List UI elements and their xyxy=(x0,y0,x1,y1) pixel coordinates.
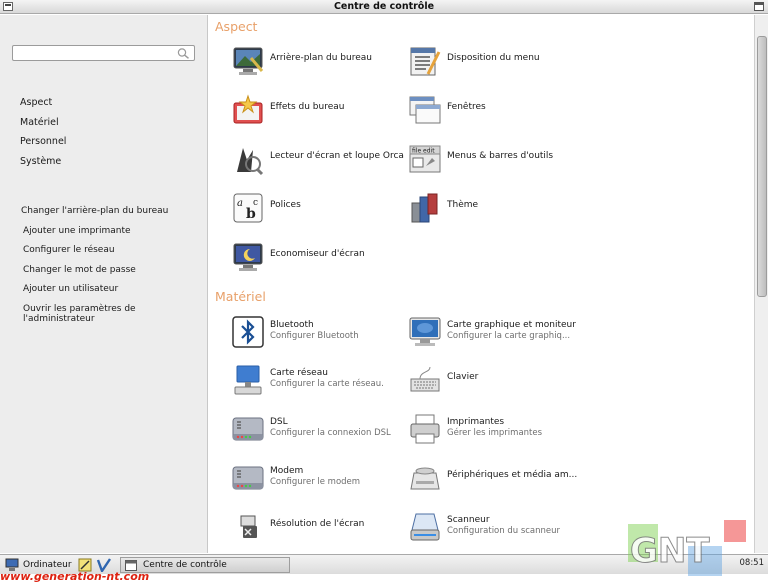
item-label: Modem xyxy=(270,466,304,476)
theme-icon xyxy=(411,193,438,223)
sidebar-item-personnel[interactable]: Personnel xyxy=(20,136,66,156)
item-removable-media[interactable]: Périphériques et média am... xyxy=(408,461,583,497)
item-screen-resolution[interactable]: Résolution de l'écran xyxy=(231,510,406,546)
item-screensaver[interactable]: Economiseur d'écran xyxy=(231,240,406,276)
category-list: Aspect Matériel Personnel Système xyxy=(20,97,66,175)
item-description: Configurer la connexion DSL xyxy=(270,428,391,438)
search-icon[interactable] xyxy=(177,48,190,59)
removable-media-icon xyxy=(410,467,440,490)
item-label: Disposition du menu xyxy=(447,53,540,63)
window-menu-icon[interactable] xyxy=(3,2,13,11)
item-graphics-monitor[interactable]: Carte graphique et moniteur Configurer l… xyxy=(408,315,583,351)
item-label: Thème xyxy=(447,200,479,210)
item-dsl[interactable]: DSL Configurer la connexion DSL xyxy=(231,412,406,448)
sidebar-item-aspect[interactable]: Aspect xyxy=(20,97,66,117)
item-description: Gérer les imprimantes xyxy=(447,428,543,438)
fonts-icon: a b c xyxy=(233,193,263,223)
control-center-content: Aspect Arrière-plan du bureau Dispositio… xyxy=(209,15,754,553)
screensaver-icon xyxy=(233,243,263,271)
item-label: Carte réseau xyxy=(270,368,328,378)
gnt-logo-watermark: GNT xyxy=(628,520,746,576)
item-keyboard[interactable]: Clavier xyxy=(408,363,583,399)
item-scanner[interactable]: Scanneur Configuration du scanneur xyxy=(408,510,583,546)
network-card-icon xyxy=(234,365,262,395)
task-add-printer[interactable]: Ajouter une imprimante xyxy=(21,226,207,246)
item-label: Bluetooth xyxy=(270,320,314,330)
sidebar-item-systeme[interactable]: Système xyxy=(20,156,66,176)
computer-menu-label: Ordinateur xyxy=(23,560,72,570)
item-label: Menus & barres d'outils xyxy=(447,151,554,161)
svg-text:b: b xyxy=(246,206,256,222)
keyboard-icon xyxy=(410,366,440,392)
item-description: Configuration du scanneur xyxy=(447,526,561,536)
toolbars-icon: file edit xyxy=(409,145,441,173)
item-label: Effets du bureau xyxy=(270,102,345,112)
item-fonts[interactable]: a b c Polices xyxy=(231,191,406,227)
desktop-effects-icon xyxy=(233,94,263,124)
gnt-logo-text: GNT xyxy=(630,531,710,571)
item-label: Résolution de l'écran xyxy=(270,519,365,529)
task-list: Changer l'arrière-plan du bureau Ajouter… xyxy=(21,206,207,324)
dsl-modem-icon xyxy=(232,417,264,441)
desktop-background-icon xyxy=(233,47,264,75)
orca-icon xyxy=(237,148,264,176)
item-label: Polices xyxy=(270,200,301,210)
item-toolbars[interactable]: file edit Menus & barres d'outils xyxy=(408,142,583,178)
task-admin-settings[interactable]: Ouvrir les paramètres de l'administrateu… xyxy=(21,304,207,324)
item-label: Fenêtres xyxy=(447,102,486,112)
item-theme[interactable]: Thème xyxy=(408,191,583,227)
item-label: Périphériques et média am... xyxy=(447,470,578,480)
item-description: Configurer Bluetooth xyxy=(270,331,359,341)
search-input[interactable] xyxy=(12,45,195,61)
item-description: Configurer la carte réseau. xyxy=(270,379,384,389)
sidebar-item-materiel[interactable]: Matériel xyxy=(20,117,66,137)
site-watermark: www.generation-nt.com xyxy=(0,570,150,583)
maximize-icon[interactable] xyxy=(754,2,764,11)
item-label: Imprimantes xyxy=(447,417,505,427)
modem-icon xyxy=(232,466,264,490)
section-title-materiel: Matériel xyxy=(215,289,266,304)
svg-text:a: a xyxy=(237,198,243,209)
bluetooth-icon xyxy=(232,316,264,348)
windows-icon xyxy=(409,96,441,124)
item-menu-layout[interactable]: Disposition du menu xyxy=(408,44,583,80)
window-title: Centre de contrôle xyxy=(333,1,435,12)
item-desktop-effects[interactable]: Effets du bureau xyxy=(231,93,406,129)
item-label: Arrière-plan du bureau xyxy=(270,53,372,63)
monitor-icon xyxy=(409,317,441,346)
printer-icon xyxy=(410,414,440,444)
item-label: Scanneur xyxy=(447,515,490,525)
svg-text:c: c xyxy=(253,198,258,208)
window-titlebar[interactable]: Centre de contrôle xyxy=(0,0,768,14)
vertical-scrollbar[interactable] xyxy=(754,15,768,553)
sidebar: Aspect Matériel Personnel Système Change… xyxy=(0,15,208,553)
item-bluetooth[interactable]: Bluetooth Configurer Bluetooth xyxy=(231,315,406,351)
scrollbar-thumb[interactable] xyxy=(757,36,767,297)
svg-text:file edit: file edit xyxy=(412,148,435,155)
task-change-background[interactable]: Changer l'arrière-plan du bureau xyxy=(21,206,207,226)
item-orca[interactable]: Lecteur d'écran et loupe Orca xyxy=(231,142,406,178)
task-configure-network[interactable]: Configurer le réseau xyxy=(21,245,207,265)
item-label: Economiseur d'écran xyxy=(270,249,365,259)
item-description: Configurer la carte graphiq... xyxy=(447,331,571,341)
item-label: Clavier xyxy=(447,372,479,382)
item-label: DSL xyxy=(270,417,288,427)
item-description: Configurer le modem xyxy=(270,477,361,487)
item-label: Carte graphique et moniteur xyxy=(447,320,576,330)
section-title-aspect: Aspect xyxy=(215,19,258,34)
task-label: Centre de contrôle xyxy=(143,560,227,570)
item-printers[interactable]: Imprimantes Gérer les imprimantes xyxy=(408,412,583,448)
item-label: Lecteur d'écran et loupe Orca xyxy=(270,151,404,161)
item-desktop-background[interactable]: Arrière-plan du bureau xyxy=(231,44,406,80)
item-modem[interactable]: Modem Configurer le modem xyxy=(231,461,406,497)
item-network-card[interactable]: Carte réseau Configurer la carte réseau. xyxy=(231,363,406,399)
menu-layout-icon xyxy=(410,47,441,76)
item-windows[interactable]: Fenêtres xyxy=(408,93,583,129)
screen-resolution-icon xyxy=(240,515,257,538)
task-add-user[interactable]: Ajouter un utilisateur xyxy=(21,284,207,304)
task-change-password[interactable]: Changer le mot de passe xyxy=(21,265,207,285)
scanner-icon xyxy=(410,513,440,541)
